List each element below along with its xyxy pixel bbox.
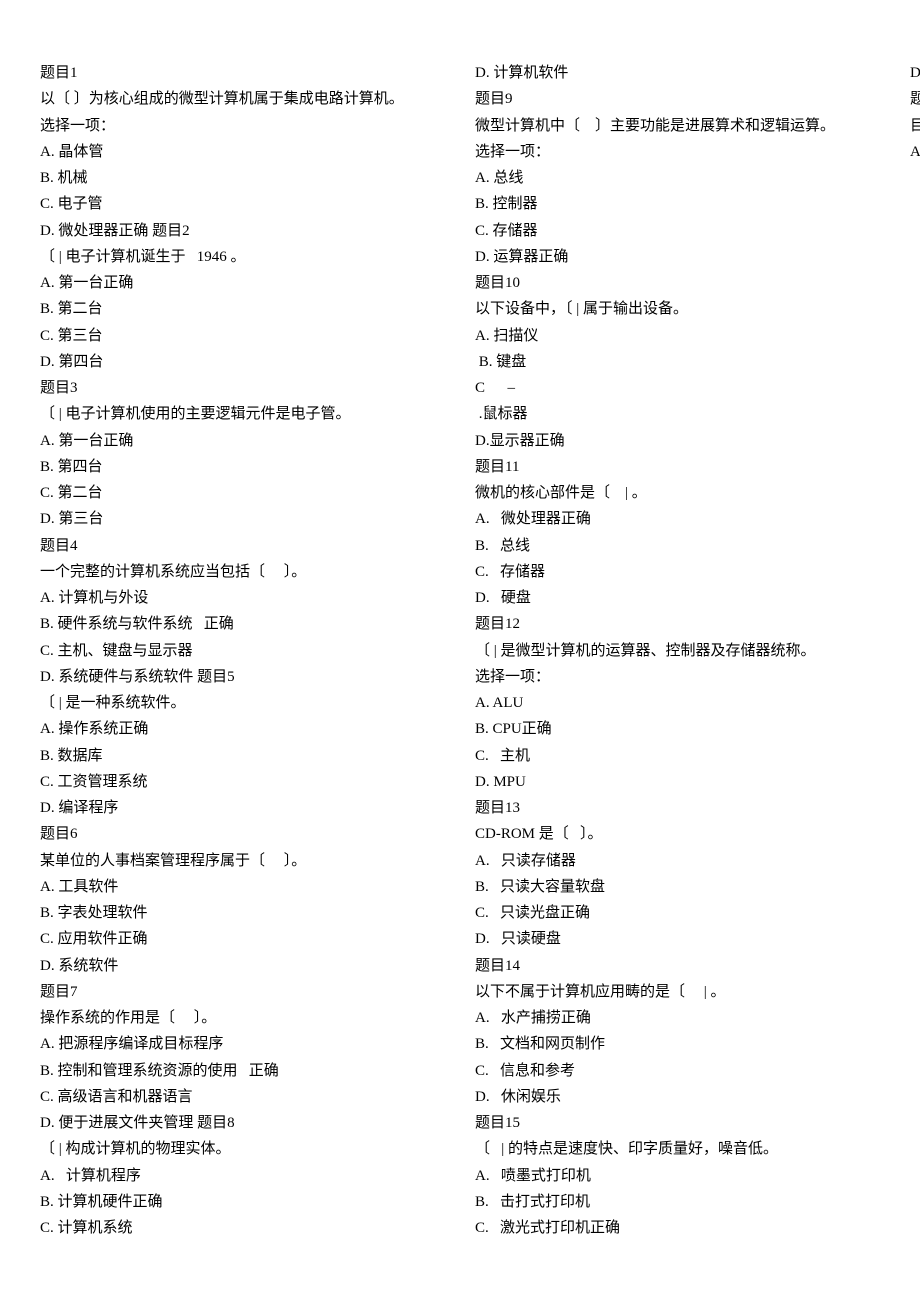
text-line: 〔 | 是一种系统软件。 bbox=[40, 690, 445, 716]
text-line: D.显示器正确 bbox=[475, 428, 880, 454]
text-line: B. 控制和管理系统资源的使用 正确 bbox=[40, 1058, 445, 1084]
text-line: B. 文档和网页制作 bbox=[475, 1031, 880, 1057]
text-line: C. 只读光盘正确 bbox=[475, 900, 880, 926]
text-line: A. 晶体管 bbox=[40, 139, 445, 165]
text-line: 题目13 bbox=[475, 795, 880, 821]
text-line: A. 第一台正确 bbox=[40, 428, 445, 454]
text-line: C – bbox=[475, 375, 880, 401]
text-line: D. 系统硬件与系统软件 题目5 bbox=[40, 664, 445, 690]
text-line: 题目1 bbox=[40, 60, 445, 86]
text-line: B. 数据库 bbox=[40, 743, 445, 769]
text-line: B. 击打式打印机 bbox=[475, 1189, 880, 1215]
text-line: D. 系统软件 bbox=[40, 953, 445, 979]
text-line: 目前使用的防杀病毒软件的作用是〔 〕。 bbox=[910, 113, 920, 139]
text-line: B. 第二台 bbox=[40, 296, 445, 322]
text-line: D. 休闲娱乐 bbox=[475, 1084, 880, 1110]
text-line: 一个完整的计算机系统应当包括〔 〕。 bbox=[40, 559, 445, 585]
text-line: B. 键盘 bbox=[475, 349, 880, 375]
text-line: C. 第三台 bbox=[40, 323, 445, 349]
text-line: 操作系统的作用是〔 〕。 bbox=[40, 1005, 445, 1031]
text-line: A. ALU bbox=[475, 690, 880, 716]
text-line: D. 编译程序 bbox=[40, 795, 445, 821]
text-line: D. 运算器正确 bbox=[475, 244, 880, 270]
text-line: 以〔 〕为核心组成的微型计算机属于集成电路计算机。 bbox=[40, 86, 445, 112]
text-line: B. 控制器 bbox=[475, 191, 880, 217]
text-line: 选择一项： bbox=[40, 113, 445, 139]
text-line: D. 第四台 bbox=[40, 349, 445, 375]
text-line: 题目14 bbox=[475, 953, 880, 979]
text-line: 题目9 bbox=[475, 86, 880, 112]
text-line: D. 只读硬盘 bbox=[475, 926, 880, 952]
text-line: A. 总线 bbox=[475, 165, 880, 191]
text-line: CD-ROM 是〔 〕。 bbox=[475, 821, 880, 847]
text-line: B. 硬件系统与软件系统 正确 bbox=[40, 611, 445, 637]
text-line: 〔 | 电子计算机诞生于 1946 。 bbox=[40, 244, 445, 270]
text-line: D. 硬盘 bbox=[475, 585, 880, 611]
text-line: B. 第四台 bbox=[40, 454, 445, 480]
text-line: .鼠标器 bbox=[475, 401, 880, 427]
text-line: C. 计算机系统 bbox=[40, 1215, 445, 1241]
text-line: C. 存储器 bbox=[475, 218, 880, 244]
text-line: D. 微处理器正确 题目2 bbox=[40, 218, 445, 244]
text-line: C. 激光式打印机正确 bbox=[475, 1215, 880, 1241]
text-line: A. 只读存储器 bbox=[475, 848, 880, 874]
text-line: A. 微处理器正确 bbox=[475, 506, 880, 532]
text-line: 选择一项： bbox=[475, 139, 880, 165]
text-line: 某单位的人事档案管理程序属于〔 〕。 bbox=[40, 848, 445, 874]
text-line: 题目4 bbox=[40, 533, 445, 559]
text-line: B. 机械 bbox=[40, 165, 445, 191]
text-line: C. 应用软件正确 bbox=[40, 926, 445, 952]
text-line: C. 存储器 bbox=[475, 559, 880, 585]
text-line: A. 操作系统正确 bbox=[40, 716, 445, 742]
text-line: 微机的核心部件是〔 | 。 bbox=[475, 480, 880, 506]
text-line: B. 计算机硬件正确 bbox=[40, 1189, 445, 1215]
text-line: A. 把源程序编译成目标程序 bbox=[40, 1031, 445, 1057]
text-line: B. 字表处理软件 bbox=[40, 900, 445, 926]
document-page: 题目1以〔 〕为核心组成的微型计算机属于集成电路计算机。选择一项：A. 晶体管B… bbox=[0, 0, 920, 1300]
text-line: D. 第三台 bbox=[40, 506, 445, 532]
text-line: C. 主机、键盘与显示器 bbox=[40, 638, 445, 664]
text-line: 微型计算机中〔 〕主要功能是进展算术和逻辑运算。 bbox=[475, 113, 880, 139]
text-line: 题目16 bbox=[910, 86, 920, 112]
text-line: 题目3 bbox=[40, 375, 445, 401]
text-line: C. 高级语言和机器语言 bbox=[40, 1084, 445, 1110]
text-line: B. 总线 bbox=[475, 533, 880, 559]
text-line: A. 计算机与外设 bbox=[40, 585, 445, 611]
text-line: A. 第一台正确 bbox=[40, 270, 445, 296]
text-line: 题目15 bbox=[475, 1110, 880, 1136]
text-line: 〔 | 是微型计算机的运算器、控制器及存储器统称。 bbox=[475, 638, 880, 664]
text-line: C. 主机 bbox=[475, 743, 880, 769]
text-line: B. CPU正确 bbox=[475, 716, 880, 742]
text-line: 题目11 bbox=[475, 454, 880, 480]
text-line: 〔 | 构成计算机的物理实体。 bbox=[40, 1136, 445, 1162]
text-line: 以下不属于计算机应用畴的是〔 | 。 bbox=[475, 979, 880, 1005]
text-line: D. MPU bbox=[475, 769, 880, 795]
text-line: C. 工资管理系统 bbox=[40, 769, 445, 795]
text-line: A. 计算机程序 bbox=[40, 1163, 445, 1189]
text-line: D. 便于进展文件夹管理 题目8 bbox=[40, 1110, 445, 1136]
text-line: 以下设备中，〔 | 属于输出设备。 bbox=[475, 296, 880, 322]
text-line: C. 信息和参考 bbox=[475, 1058, 880, 1084]
text-line: B. 只读大容量软盘 bbox=[475, 874, 880, 900]
text-line: 题目6 bbox=[40, 821, 445, 847]
text-line: 题目12 bbox=[475, 611, 880, 637]
text-line: 题目10 bbox=[475, 270, 880, 296]
text-line: A. 喷墨式打印机 bbox=[475, 1163, 880, 1189]
text-line: A. 水产捕捞正确 bbox=[475, 1005, 880, 1031]
text-line: 选择一项： bbox=[475, 664, 880, 690]
text-line: D. 点阵式打印机 bbox=[910, 60, 920, 86]
text-line: 〔 | 电子计算机使用的主要逻辑元件是电子管。 bbox=[40, 401, 445, 427]
text-line: D. 计算机软件 bbox=[475, 60, 880, 86]
text-line: C. 第二台 bbox=[40, 480, 445, 506]
text-line: 题目7 bbox=[40, 979, 445, 1005]
text-line: A. 工具软件 bbox=[40, 874, 445, 900]
text-line: C. 电子管 bbox=[40, 191, 445, 217]
text-line: A. 检查计算机是否感染病毒，消除已感染的任何病毒 bbox=[910, 139, 920, 165]
text-line: A. 扫描仪 bbox=[475, 323, 880, 349]
text-line: 〔 | 的特点是速度快、印字质量好，噪音低。 bbox=[475, 1136, 880, 1162]
